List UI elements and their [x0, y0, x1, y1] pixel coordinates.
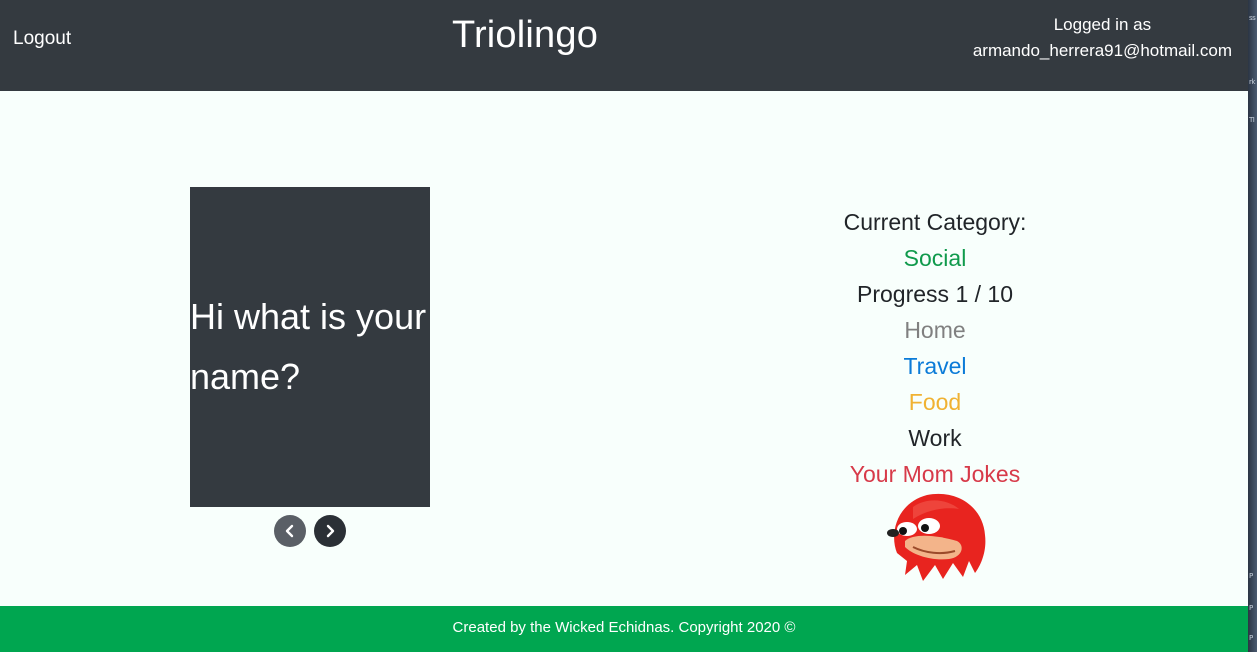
category-work[interactable]: Work	[785, 420, 1085, 456]
current-category-heading: Current Category:	[843, 209, 1027, 235]
category-travel[interactable]: Travel	[785, 348, 1085, 384]
knuckles-mascot-image	[887, 493, 986, 581]
app-window: Logout Triolingo Logged in as armando_he…	[0, 0, 1248, 652]
category-your-mom-jokes[interactable]: Your Mom Jokes	[785, 456, 1085, 492]
flashcard[interactable]: Hi what is your name?	[190, 187, 430, 507]
previous-card-button[interactable]	[274, 515, 306, 547]
category-home[interactable]: Home	[785, 312, 1085, 348]
footer-text: Created by the Wicked Echidnas. Copyrigh…	[452, 619, 796, 636]
chevron-right-icon	[326, 524, 335, 538]
login-info: Logged in as armando_herrera91@hotmail.c…	[973, 12, 1232, 64]
chevron-left-icon	[285, 524, 294, 538]
flashcard-text: Hi what is your name?	[190, 296, 427, 397]
footer: Created by the Wicked Echidnas. Copyrigh…	[0, 606, 1248, 652]
brand-title: Triolingo	[451, 14, 599, 56]
logged-in-label: Logged in as	[1053, 15, 1152, 34]
current-category: Social	[903, 245, 967, 271]
category-food[interactable]: Food	[785, 384, 1085, 420]
next-card-button[interactable]	[314, 515, 346, 547]
user-email: armando_herrera91@hotmail.com	[972, 41, 1232, 60]
top-navbar: Logout Triolingo Logged in as armando_he…	[0, 0, 1248, 91]
category-panel: Current Category: Social Progress 1 / 10…	[785, 204, 1085, 492]
background-window-edge: ss rk TI P P P	[1248, 0, 1257, 652]
progress-text: Progress 1 / 10	[857, 281, 1013, 307]
